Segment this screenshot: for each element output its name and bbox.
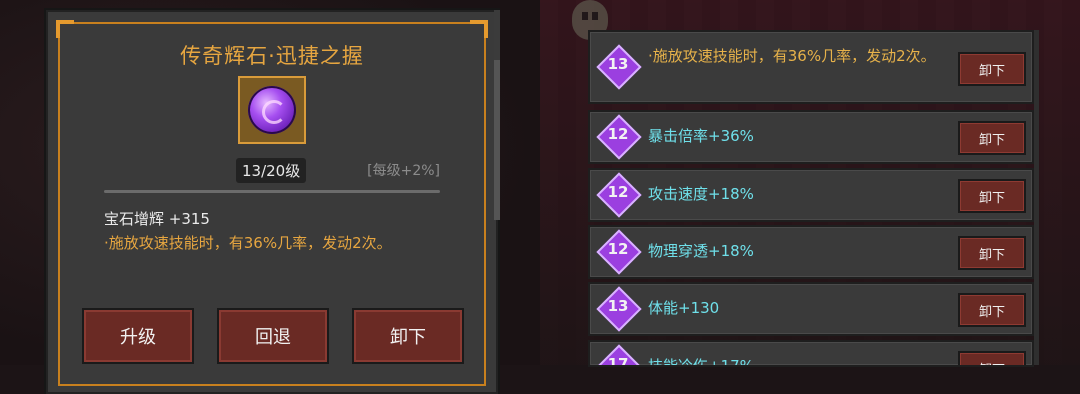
list-item[interactable]: 13 体能+130 卸下: [588, 282, 1034, 336]
level-badge-icon: 12: [596, 172, 642, 218]
level-badge-icon: 12: [596, 114, 642, 160]
gem-detail-panel: 传奇辉石·迅捷之握 13/20级 [每级+2%] 宝石增辉 +315 ·施放攻速…: [46, 10, 498, 394]
purple-gem-icon: [248, 86, 296, 134]
list-item[interactable]: 12 攻击速度+18% 卸下: [588, 168, 1034, 222]
badge-level: 17: [607, 355, 629, 367]
unequip-button[interactable]: 卸下: [352, 308, 464, 364]
badge-level: 13: [607, 55, 629, 73]
frame-corner-icon: [56, 20, 74, 38]
list-item-text: 体能+130: [648, 299, 720, 317]
badge-level: 12: [607, 125, 629, 143]
level-badge-icon: 17: [596, 344, 642, 367]
list-item-text: ·施放攻速技能时，有36%几率，发动2次。: [648, 47, 936, 65]
list-item[interactable]: 12 暴击倍率+36% 卸下: [588, 110, 1034, 164]
gem-title: 传奇辉石·迅捷之握: [180, 44, 364, 68]
list-item-text: 技能冷伤+17%: [648, 357, 754, 367]
list-item[interactable]: 17 技能冷伤+17% 卸下: [588, 340, 1034, 367]
badge-level: 13: [607, 297, 629, 315]
unequip-button[interactable]: 卸下: [958, 121, 1026, 155]
list-item[interactable]: 12 物理穿透+18% 卸下: [588, 225, 1034, 279]
unequip-button[interactable]: 卸下: [958, 293, 1026, 327]
frame-corner-icon: [470, 20, 488, 38]
right-scrollbar-track[interactable]: [1034, 30, 1039, 365]
list-item-text: 暴击倍率+36%: [648, 127, 754, 145]
badge-level: 12: [607, 240, 629, 258]
unequip-button[interactable]: 卸下: [958, 52, 1026, 86]
list-item[interactable]: 13 ·施放攻速技能时，有36%几率，发动2次。 卸下: [588, 30, 1034, 104]
unequip-button[interactable]: 卸下: [958, 236, 1026, 270]
gem-level: 13/20级: [236, 158, 307, 183]
level-badge-icon: 13: [596, 44, 642, 90]
badge-level: 12: [607, 183, 629, 201]
level-badge-icon: 12: [596, 229, 642, 275]
revert-button[interactable]: 回退: [217, 308, 329, 364]
divider: [104, 190, 440, 193]
gem-effect: ·施放攻速技能时，有36%几率，发动2次。: [104, 234, 392, 252]
gem-slot[interactable]: [238, 76, 306, 144]
level-badge-icon: 13: [596, 286, 642, 332]
unequip-button[interactable]: 卸下: [958, 179, 1026, 213]
upgrade-button[interactable]: 升级: [82, 308, 194, 364]
left-scrollbar-thumb[interactable]: [494, 60, 500, 220]
list-item-text: 攻击速度+18%: [648, 185, 754, 203]
per-level-bonus: [每级+2%]: [367, 163, 440, 179]
list-item-text: 物理穿透+18%: [648, 242, 754, 260]
gem-stat: 宝石增辉 +315: [104, 210, 210, 228]
